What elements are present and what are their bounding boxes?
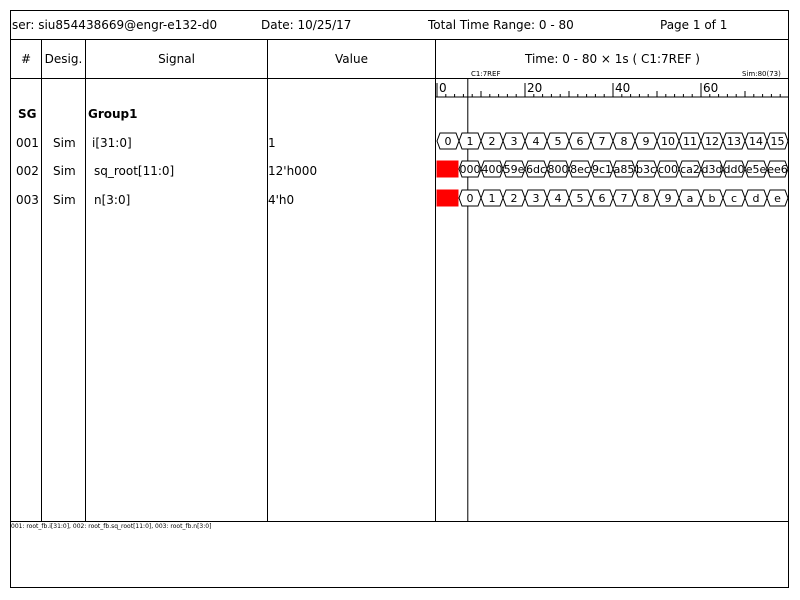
signal-value: 12'h000	[268, 164, 318, 178]
signal-num: 002	[16, 164, 39, 178]
bus-segment-label: 7	[621, 192, 628, 205]
bus-segment-label: 12	[705, 135, 719, 148]
bus-segment-label: 5	[577, 192, 584, 205]
col-divider-num	[41, 39, 42, 522]
bus-segment-label: 13	[727, 135, 741, 148]
bus-segment-label: b	[709, 192, 716, 205]
signal-value: 1	[268, 136, 276, 150]
sim-label: Sim:80(73)	[742, 70, 781, 78]
bus-segment-label: c00	[658, 163, 678, 176]
bus-segment-label: ee6	[767, 163, 788, 176]
signal-num: 001	[16, 136, 39, 150]
bus-segment-label: 7	[599, 135, 606, 148]
bus-segment-label: 6	[577, 135, 584, 148]
signal-value: 4'h0	[268, 193, 295, 207]
waveform-panel[interactable]: 0 20 40 600 1 2 3 4 5 6 7 8 9 10 11 12 13 14 15000 400 59e 6d…	[436, 79, 789, 522]
user-label: ser: siu854438669@engr-e132-d0	[12, 18, 218, 32]
signal-num: 003	[16, 193, 39, 207]
bus-segment-label: 15	[771, 135, 785, 148]
bus-segment-label: 8	[621, 135, 628, 148]
bus-segment-label: 1	[467, 135, 474, 148]
bus-segment-label: 8ec	[570, 163, 590, 176]
bus-segment-label: d	[753, 192, 760, 205]
page-label: Page 1 of 1	[660, 18, 728, 32]
bus-segment-label: 3	[533, 192, 540, 205]
ruler-tick-label: 60	[703, 81, 718, 95]
bus-segment-label: 11	[683, 135, 697, 148]
bus-segment-label: a	[687, 192, 694, 205]
unknown-value-segment	[436, 189, 459, 207]
group-name[interactable]: Group1	[88, 107, 138, 121]
signal-desig: Sim	[53, 193, 76, 207]
column-header-num: #	[20, 52, 32, 66]
bus-segment-label: 9	[665, 192, 672, 205]
ruler-tick-label: 0	[439, 81, 447, 95]
bus-segment-label: 1	[489, 192, 496, 205]
bus-segment-label: 10	[661, 135, 675, 148]
bus-segment-label: d3d	[702, 163, 723, 176]
bus-segment-label: 800	[548, 163, 569, 176]
bus-segment-label: 4	[555, 192, 562, 205]
bus-segment-label: 6dc	[526, 163, 546, 176]
signal-name[interactable]: sq_root[11:0]	[94, 164, 174, 178]
bus-segment-label: 9c1	[592, 163, 612, 176]
signal-name[interactable]: i[31:0]	[92, 136, 132, 150]
bus-segment-label: 14	[749, 135, 763, 148]
date-label: Date: 10/25/17	[261, 18, 352, 32]
time-range-label: Total Time Range: 0 - 80	[428, 18, 574, 32]
bus-segment-label: 2	[511, 192, 518, 205]
bus-segment-label: c	[731, 192, 737, 205]
column-header-value: Value	[335, 52, 368, 66]
bus-segment-label: 8	[643, 192, 650, 205]
bus-segment-label: 9	[643, 135, 650, 148]
ruler-tick-label: 20	[527, 81, 542, 95]
ruler-tick-label: 40	[615, 81, 630, 95]
col-divider-signal	[267, 39, 268, 522]
column-header-time: Time: 0 - 80 × 1s ( C1:7REF )	[525, 52, 700, 66]
bus-segment-label: e	[774, 192, 781, 205]
bus-segment-label: 0	[467, 192, 474, 205]
bus-segment-label: dd0	[724, 163, 745, 176]
col-divider-desig	[85, 39, 86, 522]
bus-segment-label: 000	[460, 163, 481, 176]
bus-segment-label: 59e	[504, 163, 525, 176]
bus-segment-label: 4	[533, 135, 540, 148]
signal-name[interactable]: n[3:0]	[94, 193, 130, 207]
bus-segment-label: a85	[614, 163, 635, 176]
cursor-label: C1:7REF	[471, 70, 501, 78]
column-header-signal: Signal	[158, 52, 195, 66]
signal-desig: Sim	[53, 136, 76, 150]
bus-segment-label: 400	[482, 163, 503, 176]
unknown-value-segment	[436, 160, 459, 178]
bus-segment-label: b3c	[636, 163, 656, 176]
column-header-desig: Desig.	[44, 52, 83, 66]
signal-legend: 001: root_fb.i[31:0], 002: root_fb.sq_ro…	[11, 523, 212, 530]
bus-segment-label: 2	[489, 135, 496, 148]
bus-segment-label: 3	[511, 135, 518, 148]
bus-segment-label: e5e	[746, 163, 767, 176]
group-id: SG	[18, 107, 37, 121]
bus-segment-label: 5	[555, 135, 562, 148]
bus-segment-label: ca2	[680, 163, 700, 176]
header-divider	[10, 39, 789, 40]
bus-segment-label: 6	[599, 192, 606, 205]
signal-desig: Sim	[53, 164, 76, 178]
bus-segment-label: 0	[445, 135, 452, 148]
